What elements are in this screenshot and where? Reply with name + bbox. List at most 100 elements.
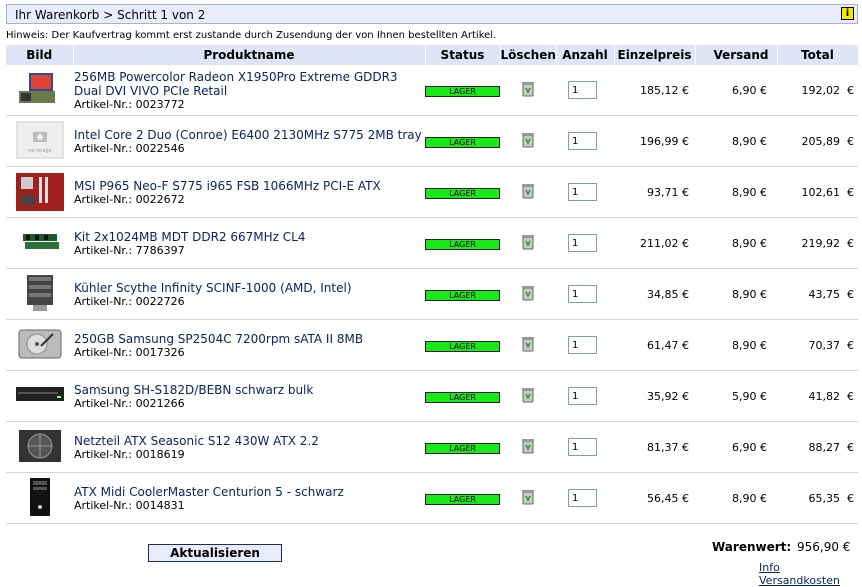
total-value: 102,61	[801, 185, 841, 199]
col-bild: Bild	[6, 45, 74, 65]
delete-cell	[500, 370, 556, 422]
article-number: Artikel-Nr.: 0014831	[74, 498, 185, 512]
power-supply-icon[interactable]	[15, 426, 65, 466]
product-name-link[interactable]: MSI P965 Neo-F S775 i965 FSB 1066MHz PCI…	[74, 179, 425, 193]
trash-icon[interactable]	[521, 234, 535, 253]
update-button[interactable]: Aktualisieren	[148, 544, 282, 562]
trash-icon[interactable]	[521, 285, 535, 304]
status-cell: LAGER	[425, 319, 500, 371]
unit-price: 211,02 €	[614, 217, 695, 269]
cart-row: Netzteil ATX Seasonic S12 430W ATX 2.2 Ar…	[6, 421, 858, 473]
quantity-input[interactable]	[568, 438, 597, 456]
unit-price: 34,85 €	[614, 268, 695, 320]
qty-cell	[556, 319, 614, 371]
pc-case-icon[interactable]	[15, 477, 65, 517]
quantity-input[interactable]	[568, 387, 597, 405]
status-cell: LAGER	[425, 472, 500, 524]
total-cell: 192,02 €	[777, 65, 858, 116]
total-value: 88,27	[808, 440, 841, 454]
trash-icon[interactable]	[521, 183, 535, 202]
product-image-cell: no image	[6, 115, 73, 167]
trash-icon[interactable]	[521, 489, 535, 508]
total-currency: €	[847, 287, 854, 301]
status-cell: LAGER	[425, 268, 500, 320]
unit-price: 196,99 €	[614, 115, 695, 167]
product-name-link[interactable]: Kit 2x1024MB MDT DDR2 667MHz CL4	[74, 230, 425, 244]
warenwert-value: 956,90 €	[797, 540, 851, 554]
total-cell: 65,35 €	[777, 472, 858, 524]
shipping-price: 8,90 €	[695, 115, 777, 167]
product-name-link[interactable]: Samsung SH-S182D/BEBN schwarz bulk	[74, 383, 425, 397]
quantity-input[interactable]	[568, 489, 597, 507]
quantity-input[interactable]	[568, 234, 597, 252]
product-image-cell	[6, 65, 73, 116]
cart-row: ATX Midi CoolerMaster Centurion 5 - schw…	[6, 472, 858, 524]
unit-price: 93,71 €	[614, 166, 695, 218]
status-badge: LAGER	[425, 493, 500, 505]
article-number: Artikel-Nr.: 0022726	[74, 294, 185, 308]
trash-icon[interactable]	[521, 387, 535, 406]
trash-icon[interactable]	[521, 438, 535, 457]
qty-cell	[556, 421, 614, 473]
versand-info-link[interactable]: Info Versandkosten	[759, 561, 862, 587]
total-cell: 41,82 €	[777, 370, 858, 422]
trash-icon[interactable]	[521, 81, 535, 100]
table-header: Bild Produktname Status Löschen Anzahl E…	[6, 45, 859, 65]
product-name-link[interactable]: Kühler Scythe Infinity SCINF-1000 (AMD, …	[74, 281, 425, 295]
total-value: 41,82	[808, 389, 841, 403]
no-image-icon[interactable]: no image	[15, 120, 65, 160]
qty-cell	[556, 472, 614, 524]
col-produktname: Produktname	[73, 45, 426, 65]
product-cell: ATX Midi CoolerMaster Centurion 5 - schw…	[73, 472, 425, 524]
unit-price: 61,47 €	[614, 319, 695, 371]
product-image-cell	[6, 472, 73, 524]
product-cell: 250GB Samsung SP2504C 7200rpm sATA II 8M…	[73, 319, 425, 371]
info-icon[interactable]: i	[841, 7, 854, 20]
total-value: 192,02	[801, 83, 841, 97]
status-cell: LAGER	[425, 217, 500, 269]
product-name-link[interactable]: Intel Core 2 Duo (Conroe) E6400 2130MHz …	[74, 128, 425, 142]
shipping-price: 8,90 €	[695, 319, 777, 371]
article-number: Artikel-Nr.: 0021266	[74, 396, 185, 410]
quantity-input[interactable]	[568, 336, 597, 354]
product-name-link[interactable]: 250GB Samsung SP2504C 7200rpm sATA II 8M…	[74, 332, 425, 346]
optical-drive-icon[interactable]	[15, 375, 65, 415]
graphics-card-icon[interactable]	[15, 69, 65, 109]
quantity-input[interactable]	[568, 183, 597, 201]
status-cell: LAGER	[425, 65, 500, 116]
cart-row: Samsung SH-S182D/BEBN schwarz bulk Artike…	[6, 370, 858, 422]
product-name-link[interactable]: Netzteil ATX Seasonic S12 430W ATX 2.2	[74, 434, 425, 448]
shipping-price: 5,90 €	[695, 370, 777, 422]
page-title: Ihr Warenkorb > Schritt 1 von 2	[15, 8, 206, 22]
trash-icon[interactable]	[521, 336, 535, 355]
product-name-link[interactable]: 256MB Powercolor Radeon X1950Pro Extreme…	[74, 70, 425, 98]
motherboard-icon[interactable]	[15, 171, 65, 211]
article-number: Artikel-Nr.: 0022672	[74, 192, 185, 206]
total-cell: 70,37 €	[777, 319, 858, 371]
unit-price: 81,37 €	[614, 421, 695, 473]
qty-cell	[556, 268, 614, 320]
quantity-input[interactable]	[568, 285, 597, 303]
col-anzahl: Anzahl	[556, 45, 615, 65]
product-cell: Kit 2x1024MB MDT DDR2 667MHz CL4 Artikel-…	[73, 217, 425, 269]
delete-cell	[500, 65, 556, 116]
total-currency: €	[847, 338, 854, 352]
status-badge: LAGER	[425, 136, 500, 148]
delete-cell	[500, 115, 556, 167]
product-name-link[interactable]: ATX Midi CoolerMaster Centurion 5 - schw…	[74, 485, 425, 499]
cart-row: Kühler Scythe Infinity SCINF-1000 (AMD, …	[6, 268, 858, 320]
status-badge: LAGER	[425, 187, 500, 199]
total-value: 219,92	[801, 236, 841, 250]
trash-icon[interactable]	[521, 132, 535, 151]
delete-cell	[500, 472, 556, 524]
quantity-input[interactable]	[568, 132, 597, 150]
quantity-input[interactable]	[568, 81, 597, 99]
total-currency: €	[847, 389, 854, 403]
col-loeschen: Löschen	[500, 45, 557, 65]
cart-title-bar: Ihr Warenkorb > Schritt 1 von 2 i	[6, 4, 858, 24]
hard-drive-icon[interactable]	[15, 324, 65, 364]
shipping-price: 6,90 €	[695, 421, 777, 473]
product-cell: 256MB Powercolor Radeon X1950Pro Extreme…	[73, 65, 425, 116]
cpu-cooler-icon[interactable]	[15, 273, 65, 313]
ram-icon[interactable]	[15, 222, 65, 262]
